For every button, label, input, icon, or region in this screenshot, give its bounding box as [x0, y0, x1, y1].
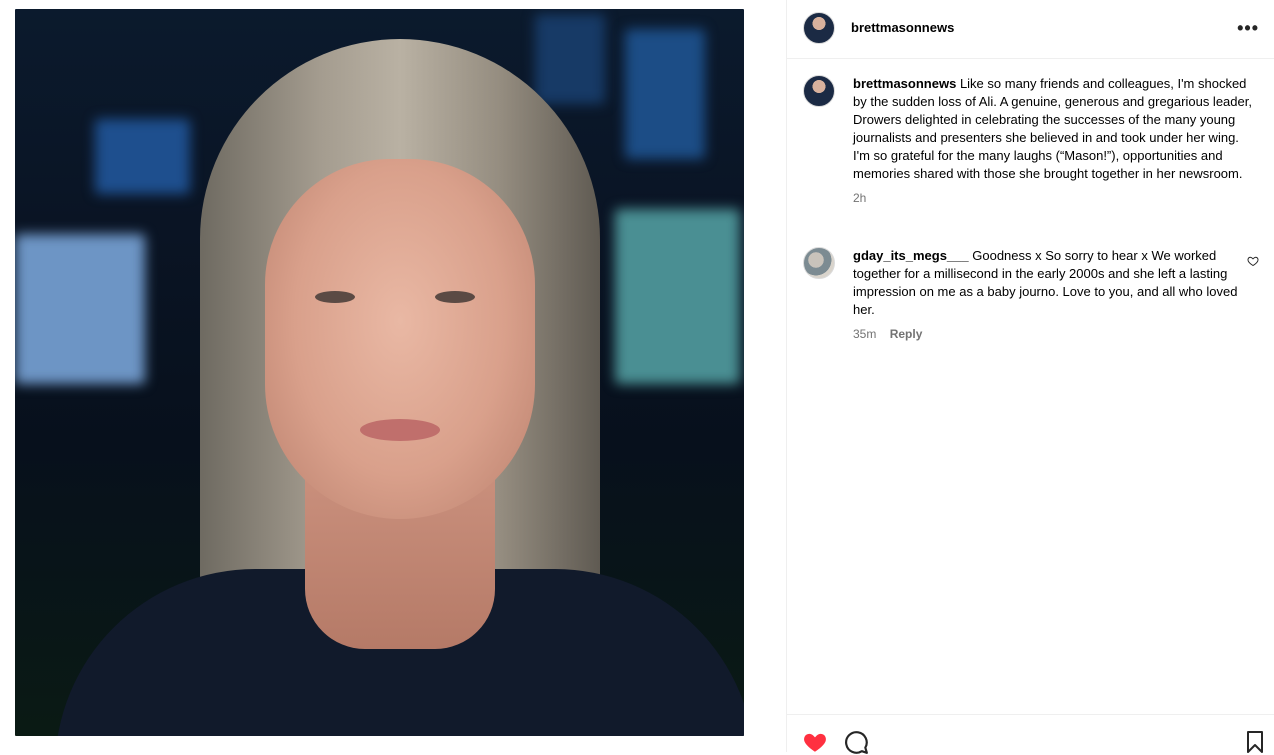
- post-side-panel: brettmasonnews ••• brettmasonnews Like s…: [786, 0, 1274, 755]
- background-screen: [15, 234, 145, 384]
- like-heart-icon[interactable]: [802, 729, 828, 755]
- post-photo[interactable]: [15, 9, 744, 736]
- reply-button[interactable]: Reply: [890, 327, 923, 341]
- comment-like-icon[interactable]: [1247, 255, 1259, 267]
- background-screen: [625, 29, 705, 159]
- more-horizontal-icon[interactable]: •••: [1237, 18, 1259, 39]
- subject-eye: [315, 291, 355, 303]
- comment-meta: 35m Reply: [853, 325, 1248, 343]
- subject-eye: [435, 291, 475, 303]
- author-avatar[interactable]: [803, 12, 835, 44]
- background-screen: [95, 119, 190, 194]
- subject-lips: [360, 419, 440, 441]
- background-screen: [615, 209, 740, 384]
- comment-icon[interactable]: [843, 729, 869, 755]
- author-username[interactable]: brettmasonnews: [851, 20, 954, 35]
- commenter-avatar[interactable]: [803, 247, 835, 279]
- action-bar: [787, 714, 1274, 755]
- subject-face: [265, 159, 535, 519]
- caption-text: Like so many friends and colleagues, I'm…: [853, 76, 1252, 181]
- comment-time[interactable]: 35m: [853, 327, 876, 341]
- caption-body: brettmasonnews Like so many friends and …: [853, 75, 1258, 207]
- caption-time[interactable]: 2h: [853, 191, 866, 205]
- caption-meta: 2h: [853, 189, 1258, 207]
- comment-body: gday_its_megs___ Goodness x So sorry to …: [853, 247, 1248, 343]
- background-screen: [535, 14, 605, 104]
- caption-avatar[interactable]: [803, 75, 835, 107]
- caption-username[interactable]: brettmasonnews: [853, 76, 956, 91]
- post-header: brettmasonnews •••: [787, 0, 1274, 59]
- bookmark-icon[interactable]: [1243, 730, 1267, 754]
- comment-username[interactable]: gday_its_megs___: [853, 248, 969, 263]
